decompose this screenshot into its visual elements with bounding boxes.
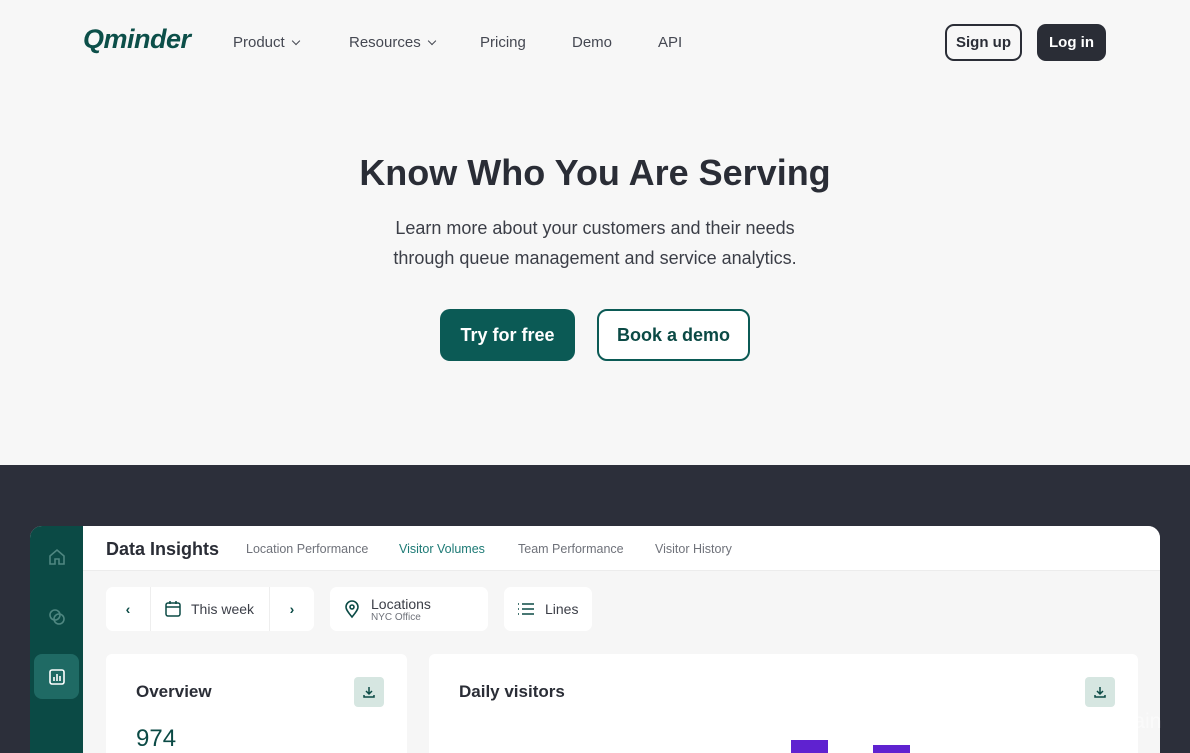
daily-visitors-title: Daily visitors bbox=[459, 682, 565, 701]
chevron-down-icon bbox=[427, 36, 436, 46]
watermark-text: Revain bbox=[1096, 710, 1162, 733]
lines-select[interactable]: Lines bbox=[504, 587, 592, 631]
nav-label: Product bbox=[233, 34, 285, 51]
login-button[interactable]: Log in bbox=[1037, 24, 1106, 61]
revain-watermark: Revain bbox=[1056, 706, 1161, 738]
daily-visitors-card: Daily visitors bbox=[429, 654, 1138, 753]
prev-arrow-icon[interactable]: ‹ bbox=[106, 601, 150, 617]
date-label: This week bbox=[191, 601, 255, 617]
hero-title: Know Who You Are Serving bbox=[359, 152, 831, 193]
nav-demo[interactable]: Demo bbox=[572, 34, 612, 51]
subtitle-line: through queue management and service ana… bbox=[393, 248, 797, 268]
list-icon bbox=[518, 603, 534, 615]
locations-value: NYC Office bbox=[371, 611, 421, 623]
book-demo-button[interactable]: Book a demo bbox=[597, 309, 750, 361]
location-pin-icon bbox=[345, 600, 359, 619]
chart-icon[interactable] bbox=[34, 654, 79, 699]
locations-select[interactable]: Locations NYC Office bbox=[330, 587, 488, 631]
revain-logo-icon bbox=[1058, 709, 1085, 737]
overview-card: Overview 974 bbox=[106, 654, 407, 753]
nav-api[interactable]: API bbox=[658, 34, 682, 51]
tab-location-performance[interactable]: Location Performance bbox=[246, 542, 368, 556]
chat-icon[interactable] bbox=[34, 594, 79, 639]
locations-label: Locations bbox=[371, 595, 431, 612]
lines-label: Lines bbox=[545, 601, 579, 617]
next-arrow-icon[interactable]: › bbox=[270, 601, 314, 617]
chart-bar bbox=[791, 740, 828, 753]
app-header: Data Insights Location Performance Visit… bbox=[83, 526, 1160, 571]
overview-title: Overview bbox=[136, 682, 212, 701]
qminder-logo[interactable]: Qminder bbox=[83, 24, 191, 55]
app-preview: Data Insights Location Performance Visit… bbox=[30, 526, 1160, 753]
date-range-button[interactable]: This week bbox=[150, 587, 270, 631]
overview-value: 974 bbox=[136, 725, 177, 752]
subtitle-line: Learn more about your customers and thei… bbox=[395, 218, 795, 238]
app-sidebar bbox=[30, 526, 83, 753]
tab-visitor-history[interactable]: Visitor History bbox=[655, 542, 732, 556]
chart-bar bbox=[873, 745, 910, 753]
calendar-icon bbox=[165, 601, 181, 617]
download-icon[interactable] bbox=[354, 677, 384, 707]
chevron-down-icon bbox=[291, 36, 300, 46]
nav-label: Resources bbox=[349, 34, 421, 51]
nav-product[interactable]: Product bbox=[233, 34, 300, 51]
top-nav: Qminder Product Resources Pricing Demo A… bbox=[0, 0, 1190, 85]
nav-pricing[interactable]: Pricing bbox=[480, 34, 526, 51]
tab-visitor-volumes[interactable]: Visitor Volumes bbox=[399, 542, 485, 556]
app-title: Data Insights bbox=[106, 539, 220, 559]
try-for-free-button[interactable]: Try for free bbox=[440, 309, 575, 361]
download-icon[interactable] bbox=[1085, 677, 1115, 707]
date-picker: ‹ This week › bbox=[106, 587, 314, 631]
home-icon[interactable] bbox=[34, 534, 79, 579]
nav-resources[interactable]: Resources bbox=[349, 34, 436, 51]
hero-subtitle: Learn more about your customers and thei… bbox=[0, 213, 1190, 273]
tab-team-performance[interactable]: Team Performance bbox=[518, 542, 624, 556]
signup-button[interactable]: Sign up bbox=[945, 24, 1022, 61]
